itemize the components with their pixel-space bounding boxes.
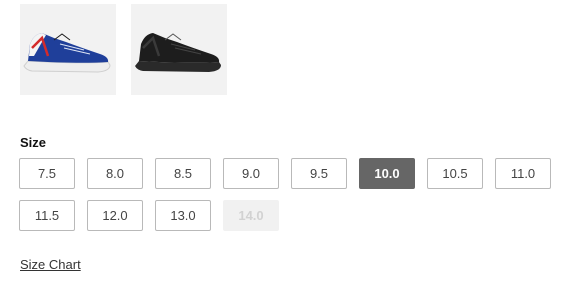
- size-grid: 7.5 8.0 8.5 9.0 9.5 10.0 10.5 11.0 11.5 …: [19, 158, 564, 242]
- size-row: 7.5 8.0 8.5 9.0 9.5 10.0 10.5 11.0: [19, 158, 564, 189]
- size-option-10-5[interactable]: 10.5: [427, 158, 483, 189]
- size-option-9-0[interactable]: 9.0: [223, 158, 279, 189]
- size-option-10-0-selected[interactable]: 10.0: [359, 158, 415, 189]
- size-option-12-0[interactable]: 12.0: [87, 200, 143, 231]
- colorway-swatch-blue[interactable]: [20, 4, 116, 95]
- size-option-8-5[interactable]: 8.5: [155, 158, 211, 189]
- size-row: 11.5 12.0 13.0 14.0: [19, 200, 564, 231]
- size-option-14-0-unavailable: 14.0: [223, 200, 279, 231]
- sneaker-blue-white-red-icon: [23, 33, 111, 73]
- size-label: Size: [20, 135, 47, 150]
- size-chart-link[interactable]: Size Chart: [20, 257, 81, 272]
- size-option-9-5[interactable]: 9.5: [291, 158, 347, 189]
- size-option-13-0[interactable]: 13.0: [155, 200, 211, 231]
- sneaker-black-icon: [135, 33, 221, 72]
- colorway-swatch-black[interactable]: [131, 4, 227, 95]
- size-option-8-0[interactable]: 8.0: [87, 158, 143, 189]
- size-option-11-0[interactable]: 11.0: [495, 158, 551, 189]
- size-option-11-5[interactable]: 11.5: [19, 200, 75, 231]
- colorway-swatches: [20, 4, 227, 95]
- size-option-7-5[interactable]: 7.5: [19, 158, 75, 189]
